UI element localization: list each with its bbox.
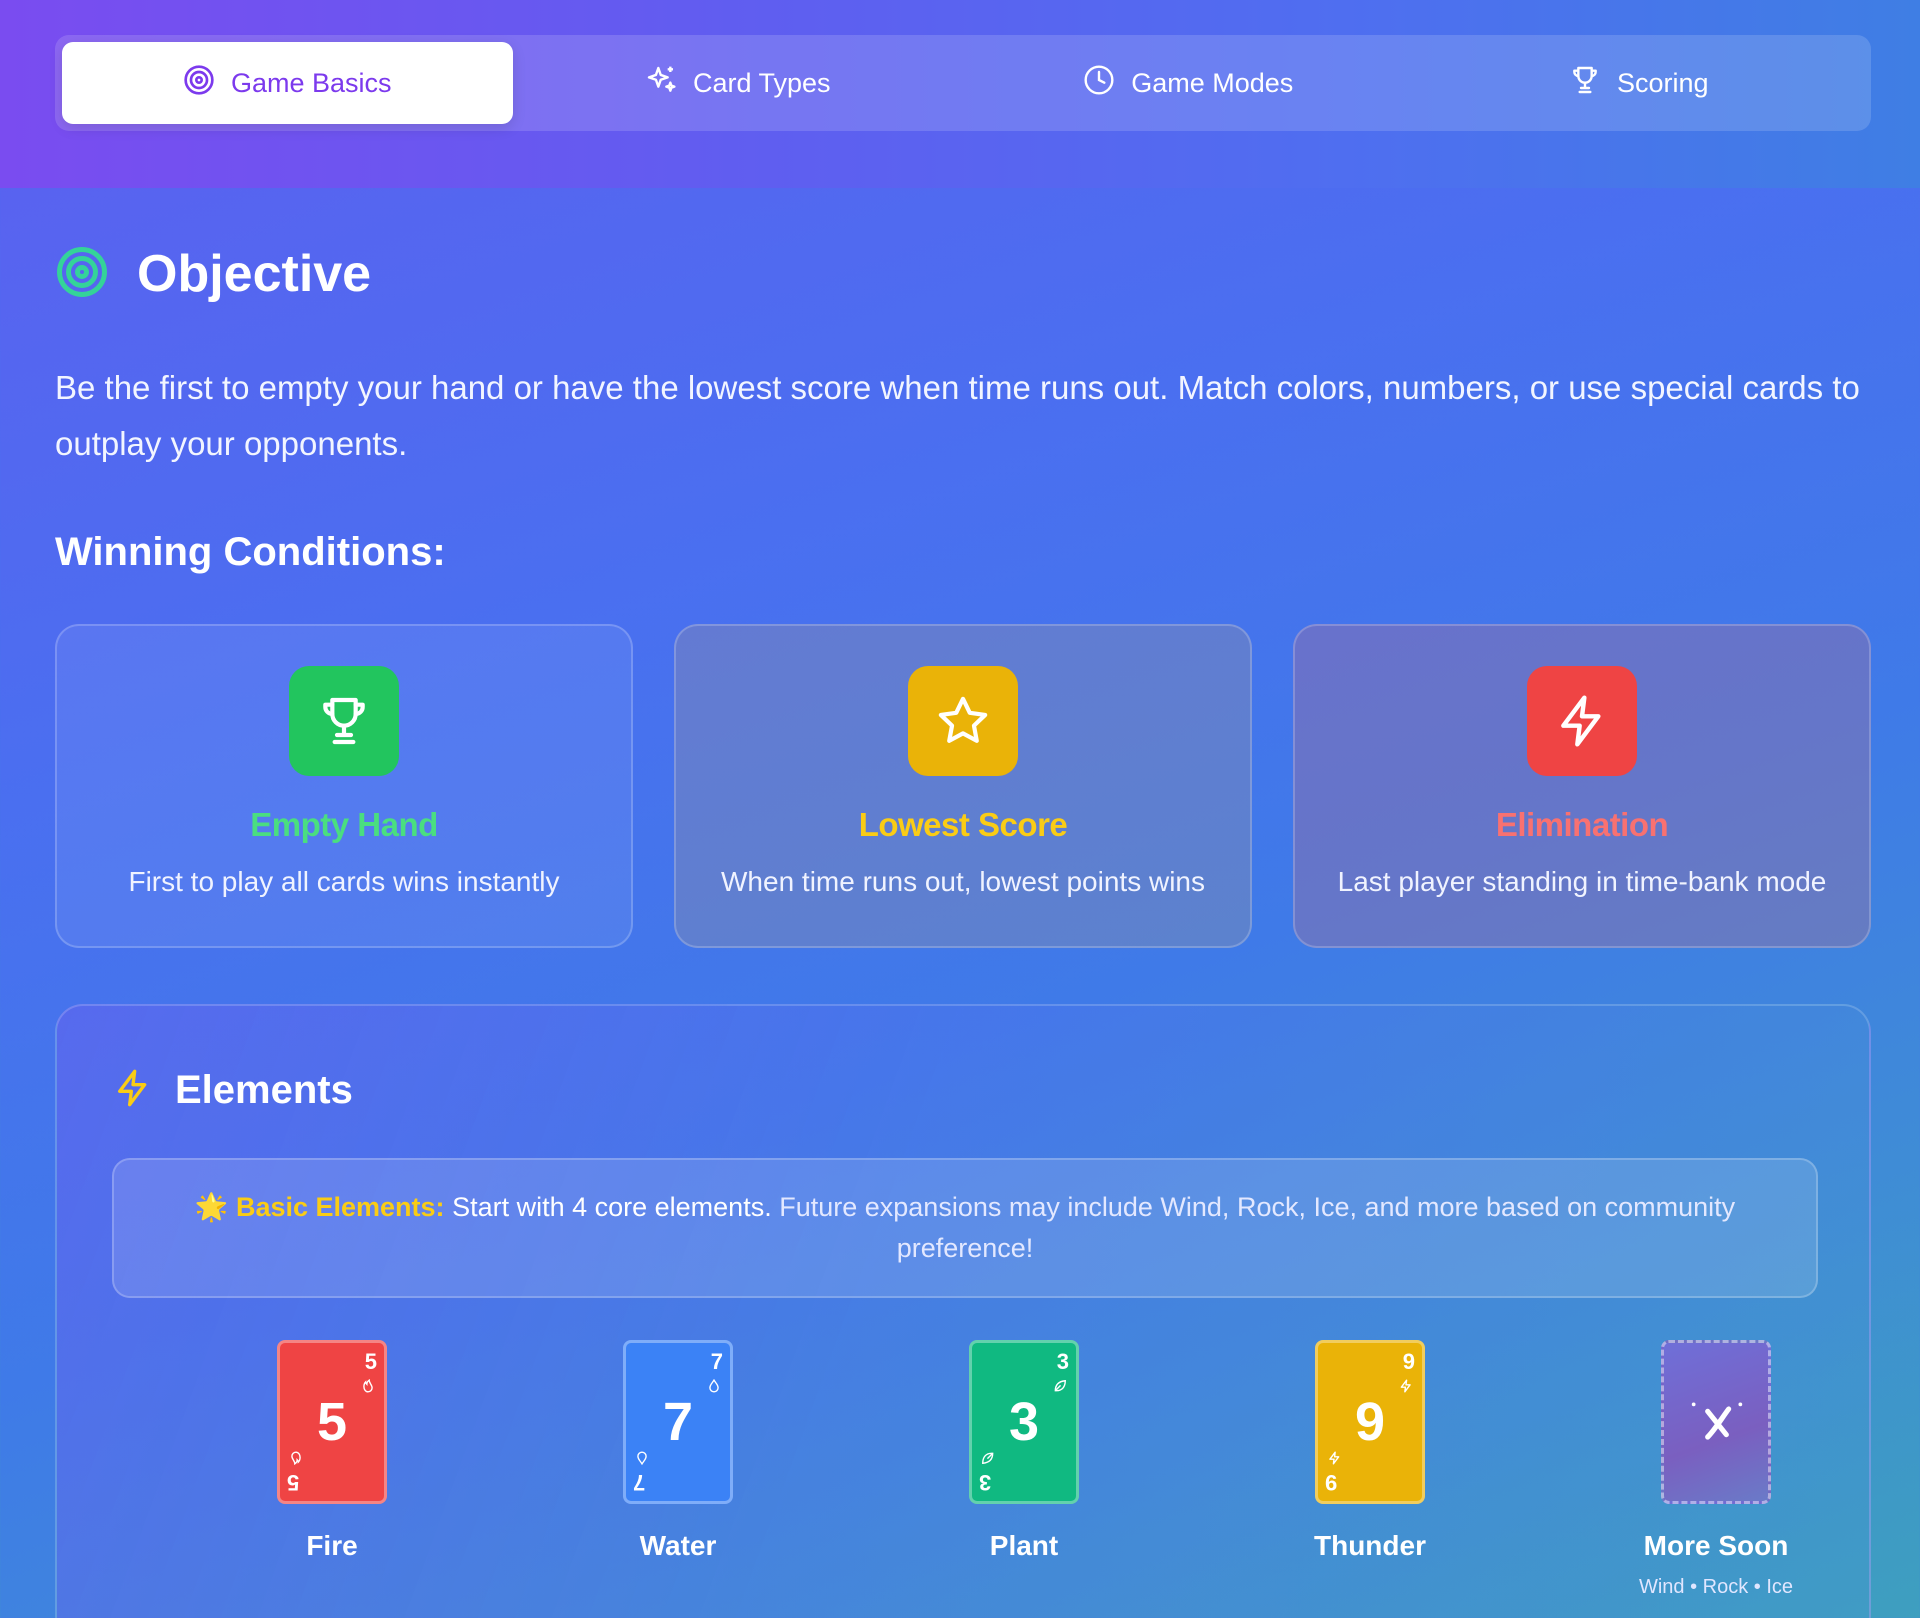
droplet-icon [637,1451,647,1465]
element-card-placeholder[interactable] [1661,1340,1771,1504]
condition-card-empty-hand: Empty Hand First to play all cards wins … [55,624,633,948]
note-main: Start with 4 core elements. [452,1192,772,1222]
element-name: Plant [989,1530,1059,1561]
note-text: 🌟 Basic Elements: Start with 4 core elem… [174,1187,1756,1269]
winning-conditions-list: Empty Hand First to play all cards wins … [55,624,1871,948]
tab-label: Card Types [692,67,831,98]
element-name: Fire [306,1530,358,1561]
clock-icon [1083,64,1115,103]
elements-panel: Elements 🌟 Basic Elements: Start with 4 … [55,1004,1871,1618]
sparkles-icon [645,64,677,103]
elements-heading: Elements [113,1068,353,1113]
element-water[interactable]: 7 7 7 Water [558,1340,798,1562]
star-icon [908,666,1018,776]
lightning-icon [1329,1451,1340,1465]
winning-conditions-title: Winning Conditions: [55,530,446,574]
flame-icon [291,1451,301,1465]
tab-label: Game Modes [1131,67,1294,98]
condition-title: Empty Hand [250,806,438,843]
objective-description: Be the first to empty your hand or have … [55,369,1860,462]
tab-label: Game Basics [230,67,392,98]
sparkle-x-icon [1691,1402,1743,1440]
top-navigation-bar: Game Basics Card Types Game Modes Scorin… [0,0,1920,188]
lightning-icon [113,1068,153,1113]
star-emoji-icon: 🌟 [194,1192,229,1222]
condition-description: Last player standing in time-bank mode [1337,866,1827,897]
element-name: More Soon [1643,1530,1789,1561]
element-card[interactable]: 3 3 3 [969,1340,1079,1504]
tab-card-types[interactable]: Card Types [513,42,964,124]
tab-game-basics[interactable]: Game Basics [62,42,513,124]
basic-elements-note: 🌟 Basic Elements: Start with 4 core elem… [112,1158,1818,1298]
objective-title: Objective [137,245,372,303]
card-corner-value: 5 [287,1470,300,1495]
element-name: Water [639,1530,717,1561]
trophy-icon [289,666,399,776]
tab-label: Scoring [1616,67,1709,98]
condition-card-elimination: Elimination Last player standing in time… [1293,624,1871,948]
condition-description: When time runs out, lowest points wins [721,866,1205,897]
elements-title: Elements [175,1068,353,1112]
target-icon [55,245,109,304]
condition-title: Lowest Score [858,806,1068,843]
card-corner-value: 7 [633,1470,646,1495]
element-more-soon[interactable]: More Soon Wind • Rock • Ice [1596,1340,1836,1599]
element-subtitle: Wind • Rock • Ice [1638,1576,1794,1598]
note-sub: Future expansions may include Wind, Rock… [779,1192,1736,1263]
tab-bar: Game Basics Card Types Game Modes Scorin… [55,35,1871,131]
note-highlight: Basic Elements: [235,1192,445,1222]
element-name: Thunder [1314,1530,1426,1561]
objective-heading: Objective [55,244,371,304]
element-fire[interactable]: 5 5 5 Fire [212,1340,452,1562]
element-card[interactable]: 5 5 5 [277,1340,387,1504]
card-corner-value: 9 [1325,1470,1338,1495]
element-card[interactable]: 9 9 9 [1315,1340,1425,1504]
element-plant[interactable]: 3 3 3 Plant [904,1340,1144,1562]
condition-card-lowest-score: Lowest Score When time runs out, lowest … [674,624,1252,948]
element-thunder[interactable]: 9 9 9 Thunder [1250,1340,1490,1562]
element-cards-list: 5 5 5 Fire 7 7 7 Water 3 3 3 Plant 9 9 9… [57,1340,1873,1618]
lightning-icon [1527,666,1637,776]
trophy-icon [1569,64,1601,103]
target-icon [183,64,215,103]
card-corner-value: 3 [979,1470,992,1495]
tab-game-modes[interactable]: Game Modes [963,42,1414,124]
leaf-icon [982,1452,994,1465]
condition-title: Elimination [1495,806,1669,843]
element-card[interactable]: 7 7 7 [623,1340,733,1504]
condition-description: First to play all cards wins instantly [128,866,560,897]
tab-scoring[interactable]: Scoring [1414,42,1865,124]
